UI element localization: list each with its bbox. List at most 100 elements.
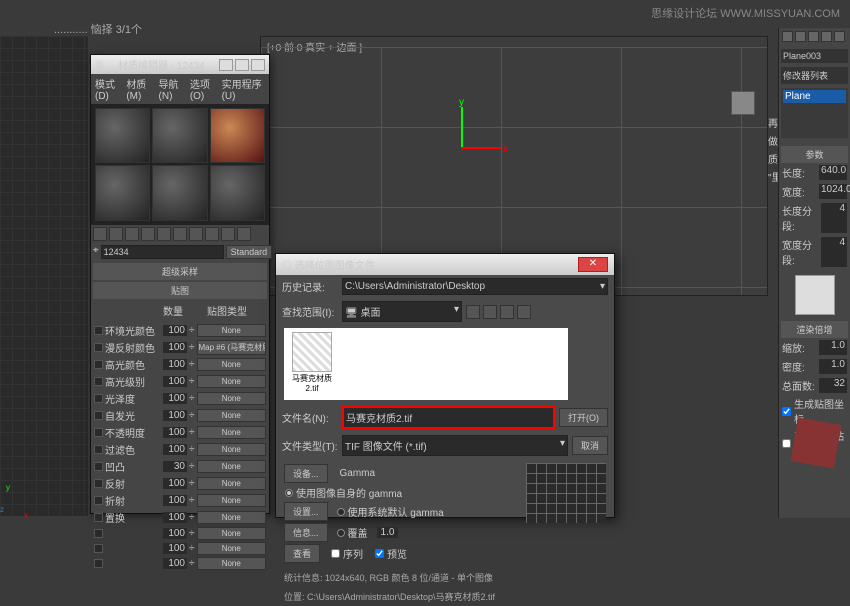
mat-tool-icon[interactable] [93, 227, 107, 241]
mat-tool-icon[interactable] [237, 227, 251, 241]
modify-tab[interactable] [795, 31, 806, 42]
map-slot-button[interactable]: None [197, 358, 267, 371]
map-amount-spinner[interactable]: 100 [163, 543, 187, 554]
length-spinner[interactable]: 640.0 [819, 165, 847, 180]
map-slot-button[interactable]: None [197, 494, 267, 507]
modifier-stack[interactable]: Plane [781, 88, 848, 138]
params-rollout-header[interactable]: 参数 [781, 146, 848, 163]
setup-button[interactable]: 设置... [284, 502, 328, 521]
wseg-spinner[interactable]: 4 [821, 237, 847, 267]
render-mult-header[interactable]: 渲染倍增 [781, 321, 848, 338]
info-button[interactable]: 信息... [284, 523, 328, 542]
filename-input[interactable]: 马赛克材质2.tif [342, 406, 555, 429]
cancel-button[interactable]: 取消 [572, 436, 608, 455]
material-slot[interactable] [152, 165, 207, 220]
map-slot-button[interactable]: None [197, 426, 267, 439]
menu-mode[interactable]: 模式(D) [95, 76, 122, 102]
preview-checkbox[interactable] [375, 549, 384, 558]
map-checkbox[interactable] [94, 513, 103, 522]
mat-tool-icon[interactable] [205, 227, 219, 241]
object-name-field[interactable]: Plane003 [781, 49, 848, 63]
display-tab[interactable] [834, 31, 845, 42]
map-slot-button[interactable]: None [197, 409, 267, 422]
material-slot[interactable] [95, 165, 150, 220]
mat-tool-icon[interactable] [109, 227, 123, 241]
map-checkbox[interactable] [94, 445, 103, 454]
material-type-button[interactable]: Standard [226, 245, 273, 259]
gamma-radio-image[interactable]: 使用图像自身的 gamma [284, 484, 520, 501]
menu-options[interactable]: 选项(O) [190, 76, 218, 102]
lseg-spinner[interactable]: 4 [821, 203, 847, 233]
map-checkbox[interactable] [94, 326, 103, 335]
map-amount-spinner[interactable]: 100 [163, 325, 187, 336]
map-amount-spinner[interactable]: 30 [163, 461, 187, 472]
up-icon[interactable] [483, 305, 497, 319]
map-checkbox[interactable] [94, 559, 103, 568]
maximize-button[interactable] [235, 59, 249, 71]
map-checkbox[interactable] [94, 529, 103, 538]
close-icon[interactable]: ✕ [578, 257, 608, 272]
mat-tool-icon[interactable] [125, 227, 139, 241]
navigation-cube-icon[interactable] [791, 418, 842, 469]
file-item[interactable]: 马赛克材质2.tif [288, 332, 336, 396]
map-checkbox[interactable] [94, 377, 103, 386]
open-button[interactable]: 打开(O) [559, 408, 608, 427]
map-checkbox[interactable] [94, 462, 103, 471]
map-slot-button[interactable]: None [197, 527, 267, 540]
map-slot-button[interactable]: None [197, 460, 267, 473]
gamma-radio-system[interactable]: 使用系统默认 gamma [336, 503, 445, 520]
hierarchy-tab[interactable] [808, 31, 819, 42]
minimize-button[interactable] [219, 59, 233, 71]
view-button[interactable]: 查看 [284, 544, 320, 563]
viewcube[interactable] [731, 91, 755, 115]
maps-rollout[interactable]: 贴图 [93, 282, 267, 299]
map-amount-spinner[interactable]: 100 [163, 410, 187, 421]
map-checkbox[interactable] [94, 496, 103, 505]
device-button[interactable]: 设备... [284, 464, 328, 483]
map-amount-spinner[interactable]: 100 [163, 495, 187, 506]
history-dropdown[interactable]: C:\Users\Administrator\Desktop▾ [342, 278, 608, 295]
map-slot-button[interactable]: None [197, 477, 267, 490]
map-amount-spinner[interactable]: 100 [163, 478, 187, 489]
map-checkbox[interactable] [94, 394, 103, 403]
mat-tool-icon[interactable] [141, 227, 155, 241]
material-slot-active[interactable] [210, 108, 265, 163]
map-amount-spinner[interactable]: 100 [163, 359, 187, 370]
back-icon[interactable] [466, 305, 480, 319]
menu-utils[interactable]: 实用程序(U) [222, 76, 265, 102]
map-amount-spinner[interactable]: 100 [163, 512, 187, 523]
map-slot-button[interactable]: None [197, 542, 267, 555]
file-list-area[interactable]: 马赛克材质2.tif [284, 328, 568, 400]
mat-tool-icon[interactable] [157, 227, 171, 241]
material-slot[interactable] [95, 108, 150, 163]
lookin-dropdown[interactable]: 🖥 桌面▾ [342, 301, 462, 322]
map-amount-spinner[interactable]: 100 [163, 444, 187, 455]
map-slot-button[interactable]: None [197, 511, 267, 524]
gamma-radio-override[interactable]: 覆盖 [336, 524, 369, 541]
material-name-input[interactable] [101, 245, 224, 259]
file-dialog-titlebar[interactable]: ◎ 选择位图图像文件 ✕ [276, 254, 614, 275]
sequence-checkbox[interactable] [331, 549, 340, 558]
map-amount-spinner[interactable]: 100 [163, 393, 187, 404]
close-button[interactable] [251, 59, 265, 71]
supersampling-rollout[interactable]: 超级采样 [93, 263, 267, 280]
newfolder-icon[interactable] [500, 305, 514, 319]
map-slot-button[interactable]: None [197, 324, 267, 337]
material-editor-titlebar[interactable]: ◎ 材质编辑器 - 12434 [91, 55, 269, 74]
map-slot-button[interactable]: None [197, 392, 267, 405]
map-amount-spinner[interactable]: 100 [163, 342, 187, 353]
eyedropper-icon[interactable]: ⌖ [93, 245, 99, 259]
map-checkbox[interactable] [94, 544, 103, 553]
map-slot-button[interactable]: Map #6 (马赛克材质1.jpg) [197, 340, 267, 355]
modifier-list-dropdown[interactable]: 修改器列表 [781, 67, 848, 84]
menu-nav[interactable]: 导航(N) [159, 76, 186, 102]
viewmode-icon[interactable] [517, 305, 531, 319]
motion-tab[interactable] [821, 31, 832, 42]
menu-material[interactable]: 材质(M) [126, 76, 154, 102]
real-world-checkbox[interactable] [782, 439, 791, 448]
mat-tool-icon[interactable] [221, 227, 235, 241]
map-slot-button[interactable]: None [197, 443, 267, 456]
map-checkbox[interactable] [94, 428, 103, 437]
map-checkbox[interactable] [94, 411, 103, 420]
map-amount-spinner[interactable]: 100 [163, 558, 187, 569]
